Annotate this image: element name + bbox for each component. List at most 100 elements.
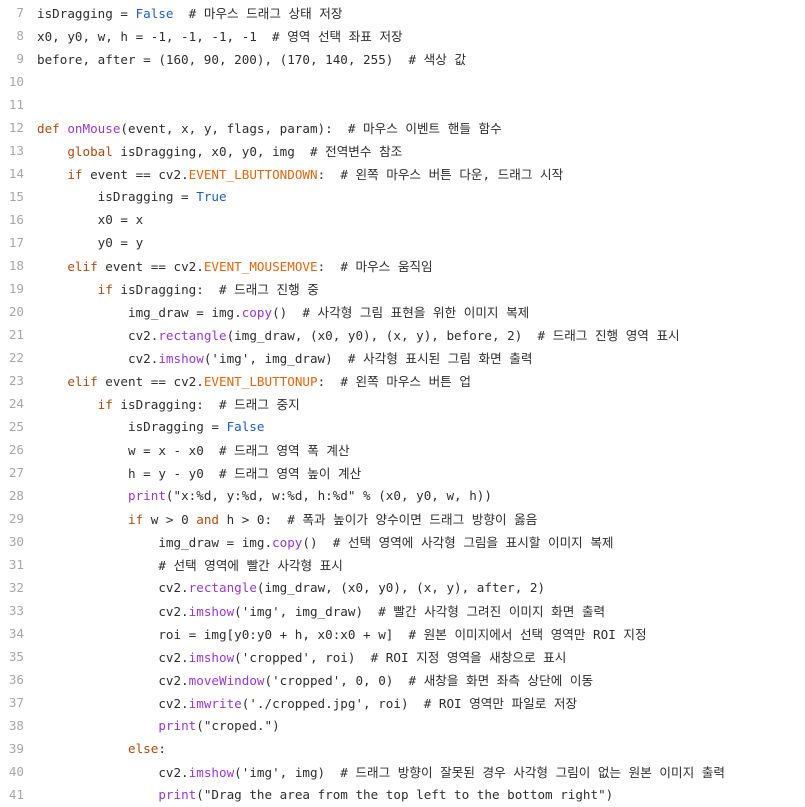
code-token: copy bbox=[272, 535, 303, 550]
code-line[interactable]: 35 cv2.imshow('cropped', roi) # ROI 지정 영… bbox=[0, 645, 805, 668]
code-text[interactable]: if isDragging: # 드래그 진행 중 bbox=[24, 279, 319, 298]
code-text[interactable]: isDragging = False bbox=[24, 419, 265, 434]
code-line[interactable]: 11 bbox=[0, 93, 805, 116]
code-text[interactable]: img_draw = img.copy() # 선택 영역에 사각형 그림을 표… bbox=[24, 532, 614, 551]
code-line[interactable]: 15 isDragging = True bbox=[0, 185, 805, 208]
code-token: ('img', img_draw) # 빨간 사각형 그려진 이미지 화면 출력 bbox=[234, 604, 606, 619]
code-text[interactable]: cv2.imwrite('./cropped.jpg', roi) # ROI … bbox=[24, 693, 577, 712]
code-token: before, after = (160, 90, 200), (170, 14… bbox=[37, 52, 467, 67]
code-token: : # 마우스 움직임 bbox=[317, 259, 433, 274]
code-text[interactable]: h = y - y0 # 드래그 영역 높이 계산 bbox=[24, 463, 361, 482]
line-number: 26 bbox=[8, 442, 24, 457]
code-line[interactable]: 22 cv2.imshow('img', img_draw) # 사각형 표시된… bbox=[0, 346, 805, 369]
code-text[interactable]: cv2.imshow('cropped', roi) # ROI 지정 영역을 … bbox=[24, 647, 566, 666]
code-line[interactable]: 19 if isDragging: # 드래그 진행 중 bbox=[0, 277, 805, 300]
code-line[interactable]: 13 global isDragging, x0, y0, img # 전역변수… bbox=[0, 139, 805, 162]
code-token: isDragging: # 드래그 중지 bbox=[120, 397, 300, 412]
code-text[interactable]: img_draw = img.copy() # 사각형 그림 표현을 위한 이미… bbox=[24, 302, 529, 321]
code-text[interactable]: # 선택 영역에 빨간 사각형 표시 bbox=[24, 555, 343, 574]
code-line[interactable]: 20 img_draw = img.copy() # 사각형 그림 표현을 위한… bbox=[0, 300, 805, 323]
code-token: x0 = x bbox=[37, 212, 144, 227]
code-token: True bbox=[196, 189, 227, 204]
code-text[interactable]: cv2.rectangle(img_draw, (x0, y0), (x, y)… bbox=[24, 325, 680, 344]
code-text[interactable]: y0 = y bbox=[24, 235, 144, 250]
code-text[interactable]: cv2.rectangle(img_draw, (x0, y0), (x, y)… bbox=[24, 580, 545, 595]
code-line[interactable]: 7 isDragging = False # 마우스 드래그 상태 저장 bbox=[0, 1, 805, 24]
code-text[interactable]: if event == cv2.EVENT_LBUTTONDOWN: # 왼쪽 … bbox=[24, 164, 563, 183]
code-token: () # 선택 영역에 사각형 그림을 표시할 이미지 복제 bbox=[302, 535, 614, 550]
code-text[interactable]: x0, y0, w, h = -1, -1, -1, -1 # 영역 선택 좌표… bbox=[24, 26, 403, 45]
code-text[interactable]: print("x:%d, y:%d, w:%d, h:%d" % (x0, y0… bbox=[24, 488, 492, 503]
code-token: ("Drag the area from the top left to the… bbox=[196, 787, 614, 802]
code-line[interactable]: 8 x0, y0, w, h = -1, -1, -1, -1 # 영역 선택 좌… bbox=[0, 24, 805, 47]
code-line[interactable]: 24 if isDragging: # 드래그 중지 bbox=[0, 392, 805, 415]
code-line[interactable]: 41 print("Drag the area from the top lef… bbox=[0, 783, 805, 806]
code-text[interactable]: cv2.imshow('img', img) # 드래그 방향이 잘못된 경우 … bbox=[24, 762, 725, 781]
code-text[interactable]: isDragging = True bbox=[24, 189, 227, 204]
code-text[interactable]: roi = img[y0:y0 + h, x0:x0 + w] # 원본 이미지… bbox=[24, 624, 646, 643]
code-line[interactable]: 30 img_draw = img.copy() # 선택 영역에 사각형 그림… bbox=[0, 530, 805, 553]
code-token: imshow bbox=[158, 351, 204, 366]
code-token: cv2. bbox=[37, 696, 189, 711]
code-text[interactable]: if isDragging: # 드래그 중지 bbox=[24, 394, 300, 413]
code-line[interactable]: 23 elif event == cv2.EVENT_LBUTTONUP: # … bbox=[0, 369, 805, 392]
code-line[interactable]: 34 roi = img[y0:y0 + h, x0:x0 + w] # 원본 … bbox=[0, 622, 805, 645]
code-line[interactable]: 29 if w > 0 and h > 0: # 폭과 높이가 양수이면 드래그… bbox=[0, 507, 805, 530]
code-line[interactable]: 18 elif event == cv2.EVENT_MOUSEMOVE: # … bbox=[0, 254, 805, 277]
line-number: 36 bbox=[8, 672, 24, 687]
code-token: else bbox=[128, 741, 159, 756]
line-number: 32 bbox=[8, 580, 24, 595]
code-text[interactable]: def onMouse(event, x, y, flags, param): … bbox=[24, 118, 502, 137]
code-token: print bbox=[128, 488, 166, 503]
line-number: 22 bbox=[8, 350, 24, 365]
code-text[interactable]: if w > 0 and h > 0: # 폭과 높이가 양수이면 드래그 방향… bbox=[24, 509, 537, 528]
code-line[interactable]: 39 else: bbox=[0, 737, 805, 760]
code-line[interactable]: 33 cv2.imshow('img', img_draw) # 빨간 사각형 … bbox=[0, 599, 805, 622]
code-line[interactable]: 12 def onMouse(event, x, y, flags, param)… bbox=[0, 116, 805, 139]
code-text[interactable]: before, after = (160, 90, 200), (170, 14… bbox=[24, 49, 466, 68]
code-line[interactable]: 21 cv2.rectangle(img_draw, (x0, y0), (x,… bbox=[0, 323, 805, 346]
code-line[interactable]: 25 isDragging = False bbox=[0, 415, 805, 438]
code-line[interactable]: 28 print("x:%d, y:%d, w:%d, h:%d" % (x0,… bbox=[0, 484, 805, 507]
code-text[interactable]: global isDragging, x0, y0, img # 전역변수 참조 bbox=[24, 141, 402, 160]
code-text[interactable]: cv2.moveWindow('cropped', 0, 0) # 새창을 화면… bbox=[24, 670, 593, 689]
code-text[interactable]: w = x - x0 # 드래그 영역 폭 계산 bbox=[24, 440, 350, 459]
code-token: rectangle bbox=[158, 328, 227, 343]
code-line[interactable]: 40 cv2.imshow('img', img) # 드래그 방향이 잘못된 … bbox=[0, 760, 805, 783]
code-line[interactable]: 32 cv2.rectangle(img_draw, (x0, y0), (x,… bbox=[0, 576, 805, 599]
code-text[interactable]: x0 = x bbox=[24, 212, 144, 227]
code-token: print bbox=[158, 787, 197, 802]
code-line[interactable]: 14 if event == cv2.EVENT_LBUTTONDOWN: # … bbox=[0, 162, 805, 185]
code-token: : bbox=[158, 741, 166, 756]
code-line[interactable]: 37 cv2.imwrite('./cropped.jpg', roi) # R… bbox=[0, 691, 805, 714]
code-token: isDragging bbox=[37, 6, 121, 21]
code-editor[interactable]: 7 isDragging = False # 마우스 드래그 상태 저장 8 x0, … bbox=[0, 0, 805, 807]
code-text[interactable]: else: bbox=[24, 741, 166, 756]
code-text[interactable]: print("croped.") bbox=[24, 718, 279, 733]
code-token: # 선택 영역에 빨간 사각형 표시 bbox=[37, 558, 343, 573]
code-line[interactable]: 38 print("croped.") bbox=[0, 714, 805, 737]
code-line[interactable]: 27 h = y - y0 # 드래그 영역 높이 계산 bbox=[0, 461, 805, 484]
code-line[interactable]: 10 bbox=[0, 70, 805, 93]
code-token: x0, y0, w, h = -1, -1, -1, -1 # 영역 선택 좌표… bbox=[37, 29, 403, 44]
code-text[interactable]: elif event == cv2.EVENT_MOUSEMOVE: # 마우스… bbox=[24, 256, 433, 275]
code-line[interactable]: 17 y0 = y bbox=[0, 231, 805, 254]
code-text[interactable]: print("Drag the area from the top left t… bbox=[24, 787, 613, 802]
code-text[interactable]: cv2.imshow('img', img_draw) # 사각형 표시된 그림… bbox=[24, 348, 532, 367]
code-line[interactable]: 16 x0 = x bbox=[0, 208, 805, 231]
code-token: h > 0: # 폭과 높이가 양수이면 드래그 방향이 옳음 bbox=[226, 512, 538, 527]
code-line[interactable]: 9 before, after = (160, 90, 200), (170, 1… bbox=[0, 47, 805, 70]
code-line[interactable]: 31 # 선택 영역에 빨간 사각형 표시 bbox=[0, 553, 805, 576]
code-token: EVENT_LBUTTONUP bbox=[203, 374, 318, 389]
code-text[interactable]: elif event == cv2.EVENT_LBUTTONUP: # 왼쪽 … bbox=[24, 371, 471, 390]
code-text[interactable]: isDragging = False # 마우스 드래그 상태 저장 bbox=[24, 3, 342, 22]
code-token: () # 사각형 그림 표현을 위한 이미지 복제 bbox=[272, 305, 530, 320]
code-text[interactable]: cv2.imshow('img', img_draw) # 빨간 사각형 그려진… bbox=[24, 601, 605, 620]
code-line[interactable]: 26 w = x - x0 # 드래그 영역 폭 계산 bbox=[0, 438, 805, 461]
code-line[interactable]: 36 cv2.moveWindow('cropped', 0, 0) # 새창을… bbox=[0, 668, 805, 691]
